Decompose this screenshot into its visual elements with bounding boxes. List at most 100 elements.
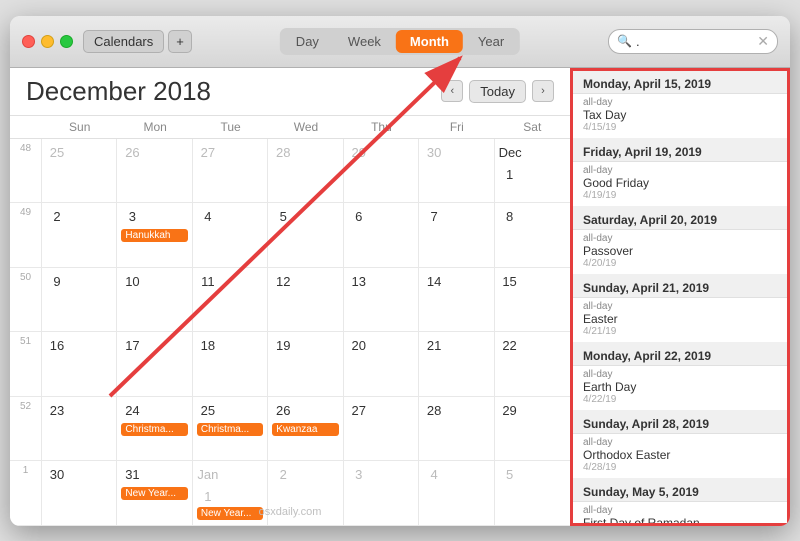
today-button[interactable]: Today — [469, 80, 526, 103]
cal-cell-3-3[interactable]: 19 — [268, 332, 343, 396]
cal-cell-0-6[interactable]: Dec 1 — [495, 139, 570, 203]
result-item-5-0[interactable]: all-dayOrthodox Easter4/28/19 — [573, 434, 787, 479]
event-pill-4-2-0[interactable]: Christma... — [197, 423, 263, 436]
cell-date-3-6: 22 — [499, 335, 521, 357]
cal-cell-3-2[interactable]: 18 — [193, 332, 268, 396]
event-pill-4-3-0[interactable]: Kwanzaa — [272, 423, 338, 436]
cell-date-0-5: 30 — [423, 142, 445, 164]
event-pill-1-1-0[interactable]: Hanukkah — [121, 229, 187, 242]
prev-month-button[interactable]: ‹ — [441, 80, 463, 102]
cal-cell-4-4[interactable]: 27 — [344, 397, 419, 461]
cal-cell-1-0[interactable]: 2 — [42, 203, 117, 267]
maximize-button[interactable] — [60, 35, 73, 48]
next-month-button[interactable]: › — [532, 80, 554, 102]
close-button[interactable] — [22, 35, 35, 48]
content-area: December 2018 ‹ Today › Sun Mon Tue Wed … — [10, 68, 790, 526]
cell-date-2-4: 13 — [348, 271, 370, 293]
result-event-name-6-0: First Day of Ramadan — [583, 516, 777, 526]
cell-date-4-3: 26 — [272, 400, 294, 422]
cal-cell-5-5[interactable]: 4 — [419, 461, 494, 525]
day-header-tue: Tue — [193, 116, 268, 138]
cal-cell-4-5[interactable]: 28 — [419, 397, 494, 461]
cal-cell-1-3[interactable]: 5 — [268, 203, 343, 267]
cal-cell-4-0[interactable]: 23 — [42, 397, 117, 461]
result-item-6-0[interactable]: all-dayFirst Day of Ramadan5/5/19 — [573, 502, 787, 526]
cal-cell-1-2[interactable]: 4 — [193, 203, 268, 267]
cal-cell-1-1[interactable]: 3Hanukkah — [117, 203, 192, 267]
cal-cell-3-5[interactable]: 21 — [419, 332, 494, 396]
event-pill-5-1-0[interactable]: New Year... — [121, 487, 187, 500]
cal-cell-3-1[interactable]: 17 — [117, 332, 192, 396]
result-item-3-0[interactable]: all-dayEaster4/21/19 — [573, 298, 787, 343]
cal-cell-4-1[interactable]: 24Christma... — [117, 397, 192, 461]
cal-cell-2-6[interactable]: 15 — [495, 268, 570, 332]
cal-cell-5-4[interactable]: 3 — [344, 461, 419, 525]
result-allday-2-0: all-day — [583, 233, 777, 244]
cell-date-2-5: 14 — [423, 271, 445, 293]
cell-date-2-3: 12 — [272, 271, 294, 293]
cell-date-5-3: 2 — [272, 464, 294, 486]
cal-cell-5-2[interactable]: Jan 1 New Year... — [193, 461, 268, 525]
cal-cell-2-4[interactable]: 13 — [344, 268, 419, 332]
cal-cell-3-4[interactable]: 20 — [344, 332, 419, 396]
calendars-button[interactable]: Calendars — [83, 30, 164, 53]
cal-cell-1-4[interactable]: 6 — [344, 203, 419, 267]
result-item-1-0[interactable]: all-dayGood Friday4/19/19 — [573, 162, 787, 207]
week-num-2: 50 — [10, 268, 42, 332]
cal-cell-0-5[interactable]: 30 — [419, 139, 494, 203]
cal-cell-2-3[interactable]: 12 — [268, 268, 343, 332]
cal-cell-5-6[interactable]: 5 — [495, 461, 570, 525]
week-num-3: 51 — [10, 332, 42, 396]
cal-cell-0-1[interactable]: 26 — [117, 139, 192, 203]
result-allday-5-0: all-day — [583, 437, 777, 448]
search-input[interactable] — [636, 34, 756, 49]
result-item-4-0[interactable]: all-dayEarth Day4/22/19 — [573, 366, 787, 411]
result-item-2-0[interactable]: all-dayPassover4/20/19 — [573, 230, 787, 275]
cell-date-2-6: 15 — [499, 271, 521, 293]
cal-cell-0-4[interactable]: 29 — [344, 139, 419, 203]
tab-year[interactable]: Year — [464, 30, 518, 53]
cal-cell-1-5[interactable]: 7 — [419, 203, 494, 267]
week-num-spacer — [10, 116, 42, 138]
cal-cell-4-3[interactable]: 26Kwanzaa — [268, 397, 343, 461]
cal-cell-4-2[interactable]: 25Christma... — [193, 397, 268, 461]
cell-date-0-0: 25 — [46, 142, 68, 164]
tab-day[interactable]: Day — [282, 30, 333, 53]
cal-cell-0-3[interactable]: 28 — [268, 139, 343, 203]
cal-cell-4-6[interactable]: 29 — [495, 397, 570, 461]
result-date-small-2-0: 4/20/19 — [583, 258, 777, 269]
search-clear-button[interactable]: ✕ — [757, 33, 769, 50]
result-allday-0-0: all-day — [583, 97, 777, 108]
minimize-button[interactable] — [41, 35, 54, 48]
cal-cell-5-1[interactable]: 31New Year... — [117, 461, 192, 525]
main-window: Calendars + Day Week Month Year 🔍 ✕ — [10, 16, 790, 526]
day-header-fri: Fri — [419, 116, 494, 138]
cal-cell-2-2[interactable]: 11 — [193, 268, 268, 332]
tab-month[interactable]: Month — [396, 30, 463, 53]
cell-date-2-0: 9 — [46, 271, 68, 293]
result-item-0-0[interactable]: all-dayTax Day4/15/19 — [573, 94, 787, 139]
traffic-lights — [22, 35, 73, 48]
cell-date-1-5: 7 — [423, 206, 445, 228]
add-calendar-button[interactable]: + — [168, 30, 192, 53]
cal-cell-5-0[interactable]: 30 — [42, 461, 117, 525]
event-pill-4-1-0[interactable]: Christma... — [121, 423, 187, 436]
cell-date-5-2: Jan 1 — [197, 464, 219, 486]
calendar-nav: ‹ Today › — [441, 80, 554, 103]
cell-date-2-2: 11 — [197, 271, 219, 293]
cal-cell-3-0[interactable]: 16 — [42, 332, 117, 396]
result-date-header-3: Sunday, April 21, 2019 — [573, 275, 787, 298]
tab-week[interactable]: Week — [334, 30, 395, 53]
cell-date-3-2: 18 — [197, 335, 219, 357]
event-pill-5-2-0[interactable]: New Year... — [197, 507, 263, 520]
cal-cell-2-5[interactable]: 14 — [419, 268, 494, 332]
cal-cell-1-6[interactable]: 8 — [495, 203, 570, 267]
cal-cell-3-6[interactable]: 22 — [495, 332, 570, 396]
cal-cell-0-2[interactable]: 27 — [193, 139, 268, 203]
cal-cell-2-0[interactable]: 9 — [42, 268, 117, 332]
week-num-0: 48 — [10, 139, 42, 203]
result-event-name-5-0: Orthodox Easter — [583, 448, 777, 462]
cal-cell-2-1[interactable]: 10 — [117, 268, 192, 332]
cal-cell-0-0[interactable]: 25 — [42, 139, 117, 203]
cell-date-1-6: 8 — [499, 206, 521, 228]
